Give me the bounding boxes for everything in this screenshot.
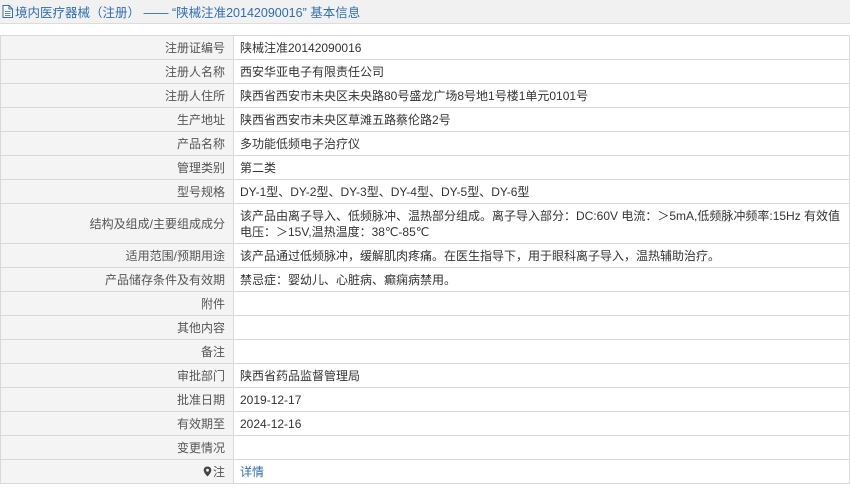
row-label: 管理类别	[0, 155, 234, 180]
info-table: 注册证编号 陕械注准20142090016 注册人名称 西安华亚电子有限责任公司…	[0, 35, 850, 484]
table-row: 附件	[0, 291, 850, 316]
table-row: 产品名称 多功能低频电子治疗仪	[0, 131, 850, 156]
row-label: 审批部门	[0, 363, 234, 388]
row-label: 产品名称	[0, 131, 234, 156]
table-row: 型号规格 DY-1型、DY-2型、DY-3型、DY-4型、DY-5型、DY-6型	[0, 179, 850, 204]
row-value	[233, 315, 850, 340]
row-label: 型号规格	[0, 179, 234, 204]
row-value: 陕械注准20142090016	[233, 35, 850, 60]
row-value: 多功能低频电子治疗仪	[233, 131, 850, 156]
row-label: 备注	[0, 339, 234, 364]
row-label: 变更情况	[0, 435, 234, 460]
row-value	[233, 291, 850, 316]
table-row-note: 注 详情	[0, 459, 850, 484]
row-value: 西安华亚电子有限责任公司	[233, 59, 850, 84]
table-row: 适用范围/预期用途 该产品通过低频脉冲，缓解肌肉疼痛。在医生指导下，用于眼科离子…	[0, 243, 850, 268]
row-value	[233, 435, 850, 460]
row-value: 陕西省药品监督管理局	[233, 363, 850, 388]
row-value: 第二类	[233, 155, 850, 180]
map-pin-icon	[203, 465, 212, 476]
row-label: 注册人名称	[0, 59, 234, 84]
table-row: 变更情况	[0, 435, 850, 460]
page-title: 境内医疗器械（注册） —— “陕械注准20142090016” 基本信息	[15, 6, 361, 20]
row-label: 产品储存条件及有效期	[0, 267, 234, 292]
table-row: 备注	[0, 339, 850, 364]
note-label-cell: 注	[0, 459, 234, 484]
row-label: 有效期至	[0, 411, 234, 436]
table-row: 生产地址 陕西省西安市未央区草滩五路蔡伦路2号	[0, 107, 850, 132]
table-row: 其他内容	[0, 315, 850, 340]
table-row: 注册证编号 陕械注准20142090016	[0, 35, 850, 60]
row-label: 批准日期	[0, 387, 234, 412]
row-value	[233, 339, 850, 364]
note-value-cell: 详情	[233, 459, 850, 484]
table-row: 产品储存条件及有效期 禁忌症：婴幼儿、心脏病、癫痫病禁用。	[0, 267, 850, 292]
note-label: 注	[212, 464, 225, 479]
row-value: 禁忌症：婴幼儿、心脏病、癫痫病禁用。	[233, 267, 850, 292]
row-label: 结构及组成/主要组成成分	[0, 203, 234, 244]
row-value: 该产品通过低频脉冲，缓解肌肉疼痛。在医生指导下，用于眼科离子导入，温热辅助治疗。	[233, 243, 850, 268]
table-row: 审批部门 陕西省药品监督管理局	[0, 363, 850, 388]
detail-link[interactable]: 详情	[240, 465, 264, 479]
row-label: 注册证编号	[0, 35, 234, 60]
row-label: 适用范围/预期用途	[0, 243, 234, 268]
row-label: 其他内容	[0, 315, 234, 340]
page-title-bar: 境内医疗器械（注册） —— “陕械注准20142090016” 基本信息	[0, 0, 850, 24]
row-value: DY-1型、DY-2型、DY-3型、DY-4型、DY-5型、DY-6型	[233, 179, 850, 204]
table-row: 注册人住所 陕西省西安市未央区未央路80号盛龙广场8号地1号楼1单元0101号	[0, 83, 850, 108]
table-row: 有效期至 2024-12-16	[0, 411, 850, 436]
row-label: 注册人住所	[0, 83, 234, 108]
row-value: 该产品由离子导入、低频脉冲、温热部分组成。离子导入部分：DC:60V 电流：＞5…	[233, 203, 850, 244]
row-value: 2024-12-16	[233, 411, 850, 436]
table-row: 注册人名称 西安华亚电子有限责任公司	[0, 59, 850, 84]
row-label: 附件	[0, 291, 234, 316]
document-icon	[2, 5, 13, 18]
row-value: 陕西省西安市未央区草滩五路蔡伦路2号	[233, 107, 850, 132]
table-row: 批准日期 2019-12-17	[0, 387, 850, 412]
row-value: 2019-12-17	[233, 387, 850, 412]
table-row: 结构及组成/主要组成成分 该产品由离子导入、低频脉冲、温热部分组成。离子导入部分…	[0, 203, 850, 244]
table-row: 管理类别 第二类	[0, 155, 850, 180]
row-label: 生产地址	[0, 107, 234, 132]
row-value: 陕西省西安市未央区未央路80号盛龙广场8号地1号楼1单元0101号	[233, 83, 850, 108]
